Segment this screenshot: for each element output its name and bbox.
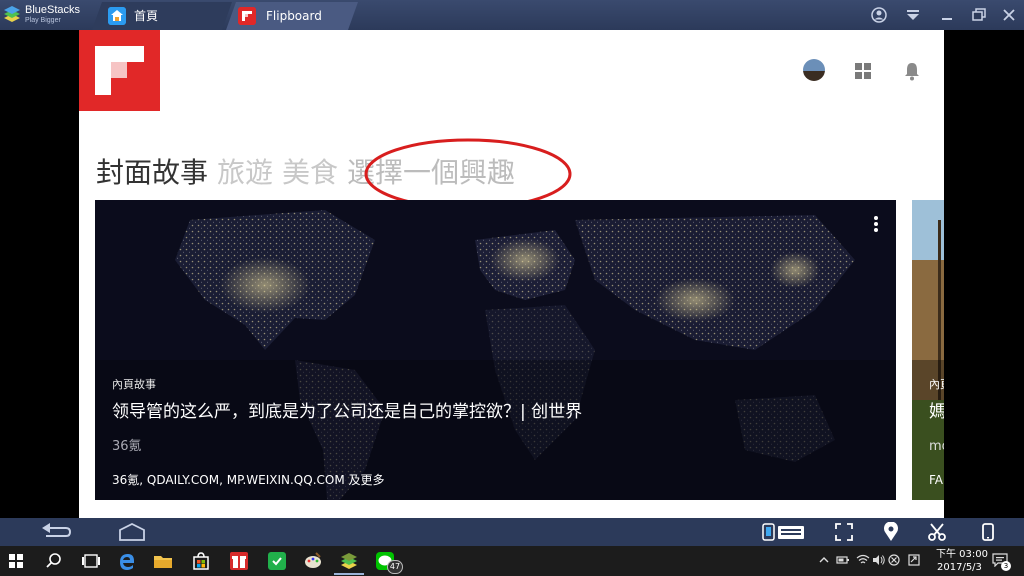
paint-app-icon[interactable] <box>303 551 323 571</box>
bluestacks-logo-icon <box>4 6 20 22</box>
rotate-screen-icon[interactable] <box>978 522 998 542</box>
profile-avatar[interactable] <box>803 59 825 81</box>
close-icon[interactable] <box>1000 6 1018 24</box>
keyboard-toggle-icon[interactable] <box>762 522 806 542</box>
next-story-publisher: mo <box>929 439 944 454</box>
green-app-icon[interactable] <box>267 551 287 571</box>
next-story-image <box>912 200 944 500</box>
tab-flipboard[interactable]: Flipboard <box>226 2 358 30</box>
file-explorer-icon[interactable] <box>153 551 173 571</box>
gift-app-icon[interactable] <box>229 551 249 571</box>
tab-food[interactable]: 美食 <box>282 155 338 191</box>
letterbox-left <box>0 30 79 518</box>
wifi-icon[interactable] <box>856 554 870 566</box>
windows-taskbar: 47 下午 03:00 2017/5/3 3 <box>0 546 1024 576</box>
flipboard-app: 封面故事 旅遊 美食 選擇一個興趣 內頁故事 领导管的这么严，到底是为了公司还是… <box>79 30 944 518</box>
more-options-icon[interactable] <box>868 214 884 234</box>
cover-story-card[interactable]: 內頁故事 领导管的这么严，到底是为了公司还是自己的掌控欲？| 创世界 36氪 3… <box>95 200 896 500</box>
volume-icon[interactable] <box>872 554 886 566</box>
bluestacks-brand: BlueStacks <box>25 4 81 16</box>
story-sources: 36氪, QDAILY.COM, MP.WEIXIN.QQ.COM 及更多 <box>112 473 385 487</box>
menu-dropdown-icon[interactable] <box>904 6 922 24</box>
screen: BlueStacks Play Bigger 首頁 Flipboard 封面故事… <box>0 0 1024 576</box>
tab-home[interactable]: 首頁 <box>92 2 232 30</box>
tab-travel[interactable]: 旅遊 <box>217 155 273 191</box>
fullscreen-icon[interactable] <box>834 522 854 542</box>
search-icon[interactable] <box>45 551 63 571</box>
bluestacks-taskbar-icon[interactable] <box>339 551 359 571</box>
home-icon <box>108 7 126 25</box>
notification-count-badge: 3 <box>1001 561 1011 571</box>
clock-date[interactable]: 2017/5/3 <box>937 561 982 574</box>
back-icon[interactable] <box>40 522 72 542</box>
grid-icon[interactable] <box>855 63 871 79</box>
bell-icon[interactable] <box>903 61 921 81</box>
task-view-icon[interactable] <box>81 551 101 571</box>
account-icon[interactable] <box>870 6 888 24</box>
next-story-sources: FA <box>929 473 944 487</box>
next-story-section: 內頁 <box>929 378 944 391</box>
minimize-icon[interactable] <box>938 6 956 24</box>
tab-home-label: 首頁 <box>134 9 159 23</box>
restore-icon[interactable] <box>970 6 988 24</box>
story-publisher: 36氪 <box>112 439 142 454</box>
windows-start-icon[interactable] <box>8 551 24 571</box>
flipboard-tab-icon <box>238 7 256 25</box>
tab-flipboard-label: Flipboard <box>266 9 322 23</box>
next-story-title: 媽 <box>929 402 944 422</box>
clock-time[interactable]: 下午 03:00 <box>936 548 988 561</box>
tab-cover-stories[interactable]: 封面故事 <box>96 155 208 191</box>
next-story-card[interactable]: 內頁 媽 mo FA <box>912 200 944 500</box>
store-icon[interactable] <box>191 551 211 571</box>
app-tray-icon[interactable] <box>888 554 900 566</box>
active-app-indicator <box>334 573 364 575</box>
story-section-label: 內頁故事 <box>112 378 156 391</box>
story-title[interactable]: 领导管的这么严，到底是为了公司还是自己的掌控欲？| 创世界 <box>112 401 582 423</box>
bluestacks-titlebar: BlueStacks Play Bigger 首頁 Flipboard <box>0 0 1024 30</box>
screenshot-scissors-icon[interactable] <box>927 522 947 542</box>
input-method-icon[interactable] <box>908 554 920 566</box>
edge-browser-icon[interactable] <box>117 551 137 571</box>
world-night-map-image <box>95 200 896 500</box>
location-icon[interactable] <box>882 522 900 542</box>
battery-icon[interactable] <box>836 554 850 566</box>
letterbox-right <box>944 30 1024 518</box>
flipboard-logo-icon[interactable] <box>79 30 160 111</box>
home-button-icon[interactable] <box>116 522 148 542</box>
line-unread-badge: 47 <box>387 560 403 574</box>
tray-expand-icon[interactable] <box>818 554 830 566</box>
bluestacks-bottom-bar <box>0 518 1024 546</box>
bluestacks-tagline: Play Bigger <box>25 17 61 24</box>
